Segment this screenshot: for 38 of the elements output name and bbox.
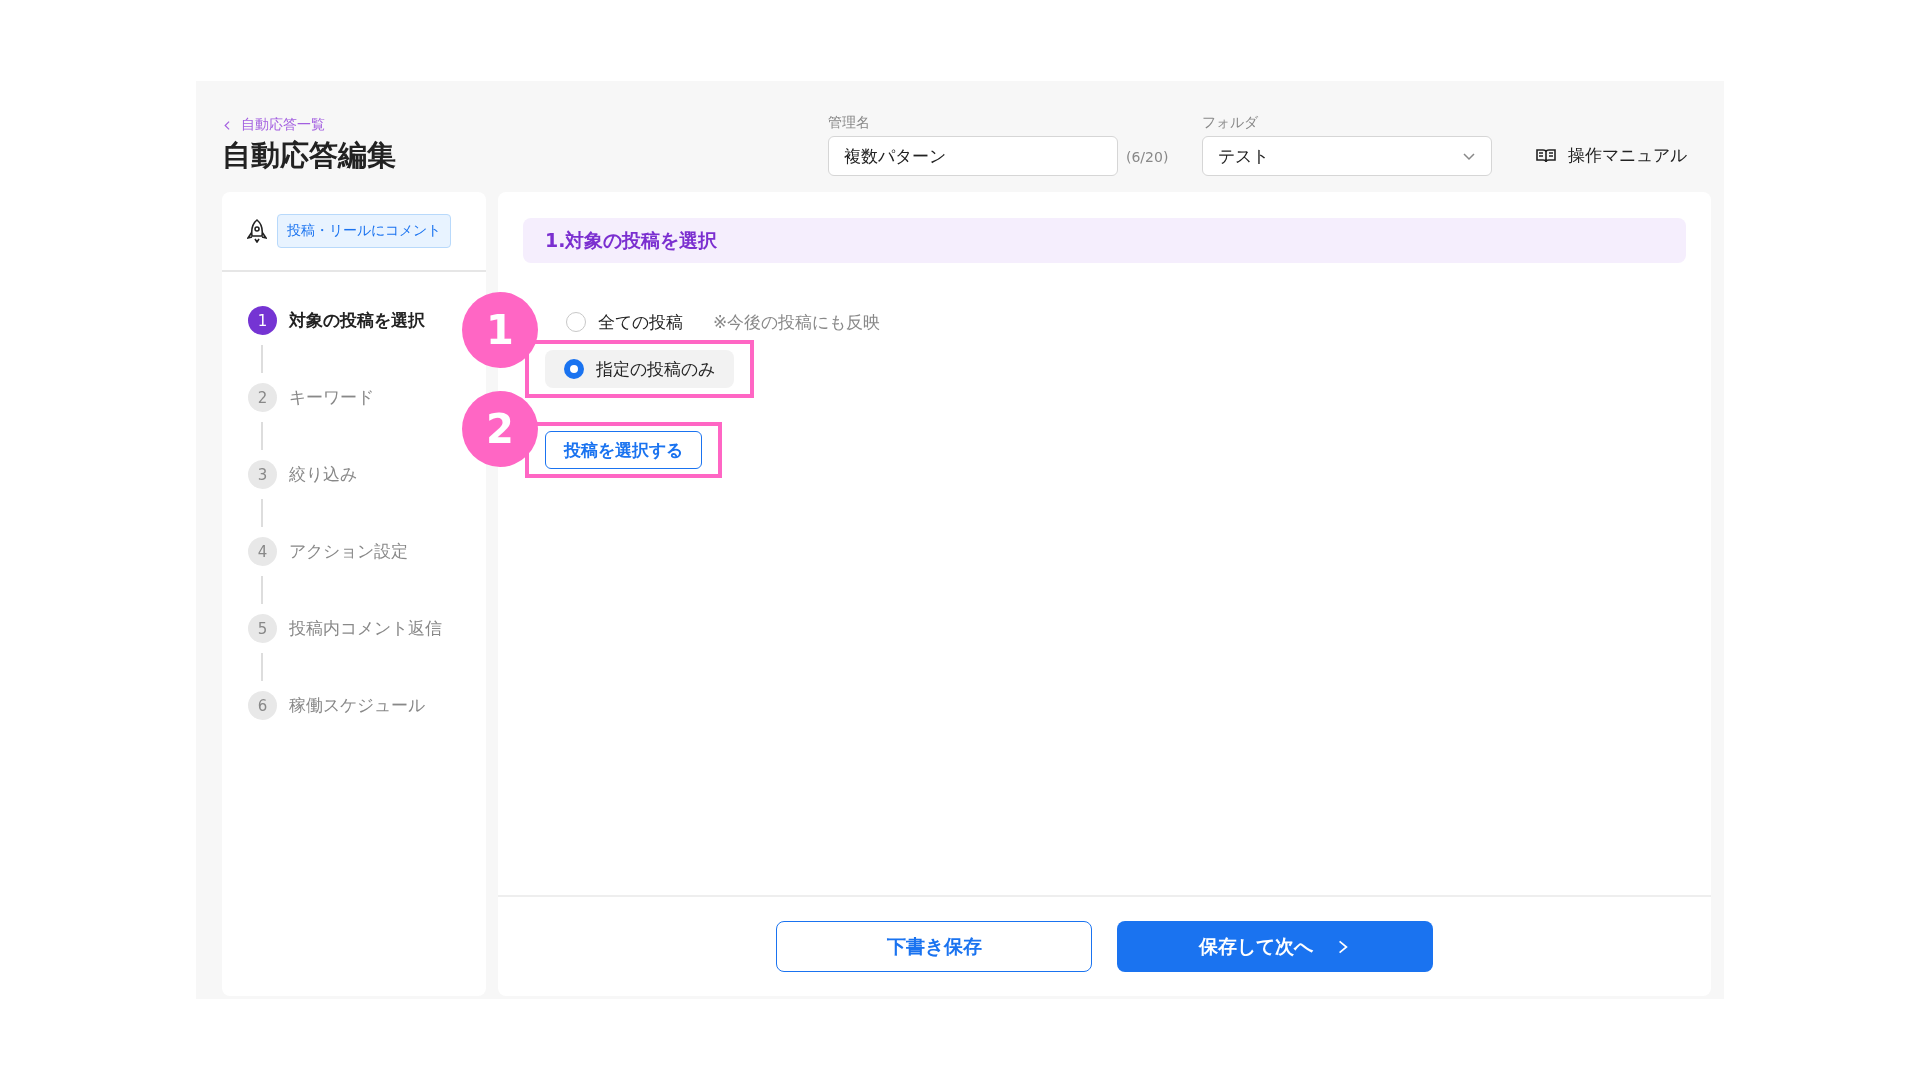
step-label: 投稿内コメント返信 [289, 617, 442, 640]
note-text: ※今後の投稿にも反映 [713, 310, 881, 334]
radio-icon [564, 359, 584, 379]
step-item[interactable]: 2 キーワード [248, 383, 374, 412]
name-input-field[interactable]: 複数パターン [828, 136, 1118, 176]
page-title: 自動応答編集 [222, 137, 397, 174]
step-label: 対象の投稿を選択 [289, 309, 425, 332]
step-number: 4 [248, 537, 277, 566]
field-label: フォルダ [1202, 114, 1260, 132]
rocket-icon [247, 219, 267, 243]
step-item[interactable]: 3 絞り込み [248, 460, 357, 489]
trigger-tag: 投稿・リールにコメント [277, 214, 451, 248]
step-number: 5 [248, 614, 277, 643]
step-number: 3 [248, 460, 277, 489]
field-label: 管理名 [828, 114, 871, 132]
radio-icon [566, 312, 586, 332]
save-next-button[interactable]: 保存して次へ [1117, 921, 1433, 972]
step-number: 2 [248, 383, 277, 412]
step-item[interactable]: 1 対象の投稿を選択 [248, 306, 425, 335]
book-icon [1536, 147, 1557, 164]
radio-option[interactable]: 全ての投稿 [566, 310, 683, 334]
back-link[interactable]: 自動応答一覧 [222, 116, 325, 134]
step-label: アクション設定 [289, 540, 408, 563]
section-heading: 1.対象の投稿を選択 [523, 218, 1686, 263]
back-link-text[interactable]: 自動応答一覧 [241, 116, 325, 134]
manual-link[interactable]: 操作マニュアル [1536, 144, 1688, 167]
step-label: 絞り込み [289, 463, 357, 486]
folder-dropdown[interactable]: テスト [1202, 136, 1493, 176]
draft-save-button[interactable]: 下書き保存 [776, 921, 1092, 972]
character-counter: (6/20) [1126, 149, 1169, 165]
step-label: 稼働スケジュール [289, 694, 425, 717]
step-number: 1 [248, 306, 277, 335]
step-item[interactable]: 4 アクション設定 [248, 537, 408, 566]
select-posts-button[interactable]: 投稿を選択する [545, 431, 702, 469]
step-item[interactable]: 5 投稿内コメント返信 [248, 614, 442, 643]
step-label: キーワード [289, 386, 374, 409]
step-number: 6 [248, 691, 277, 720]
step-item[interactable]: 6 稼働スケジュール [248, 691, 425, 720]
